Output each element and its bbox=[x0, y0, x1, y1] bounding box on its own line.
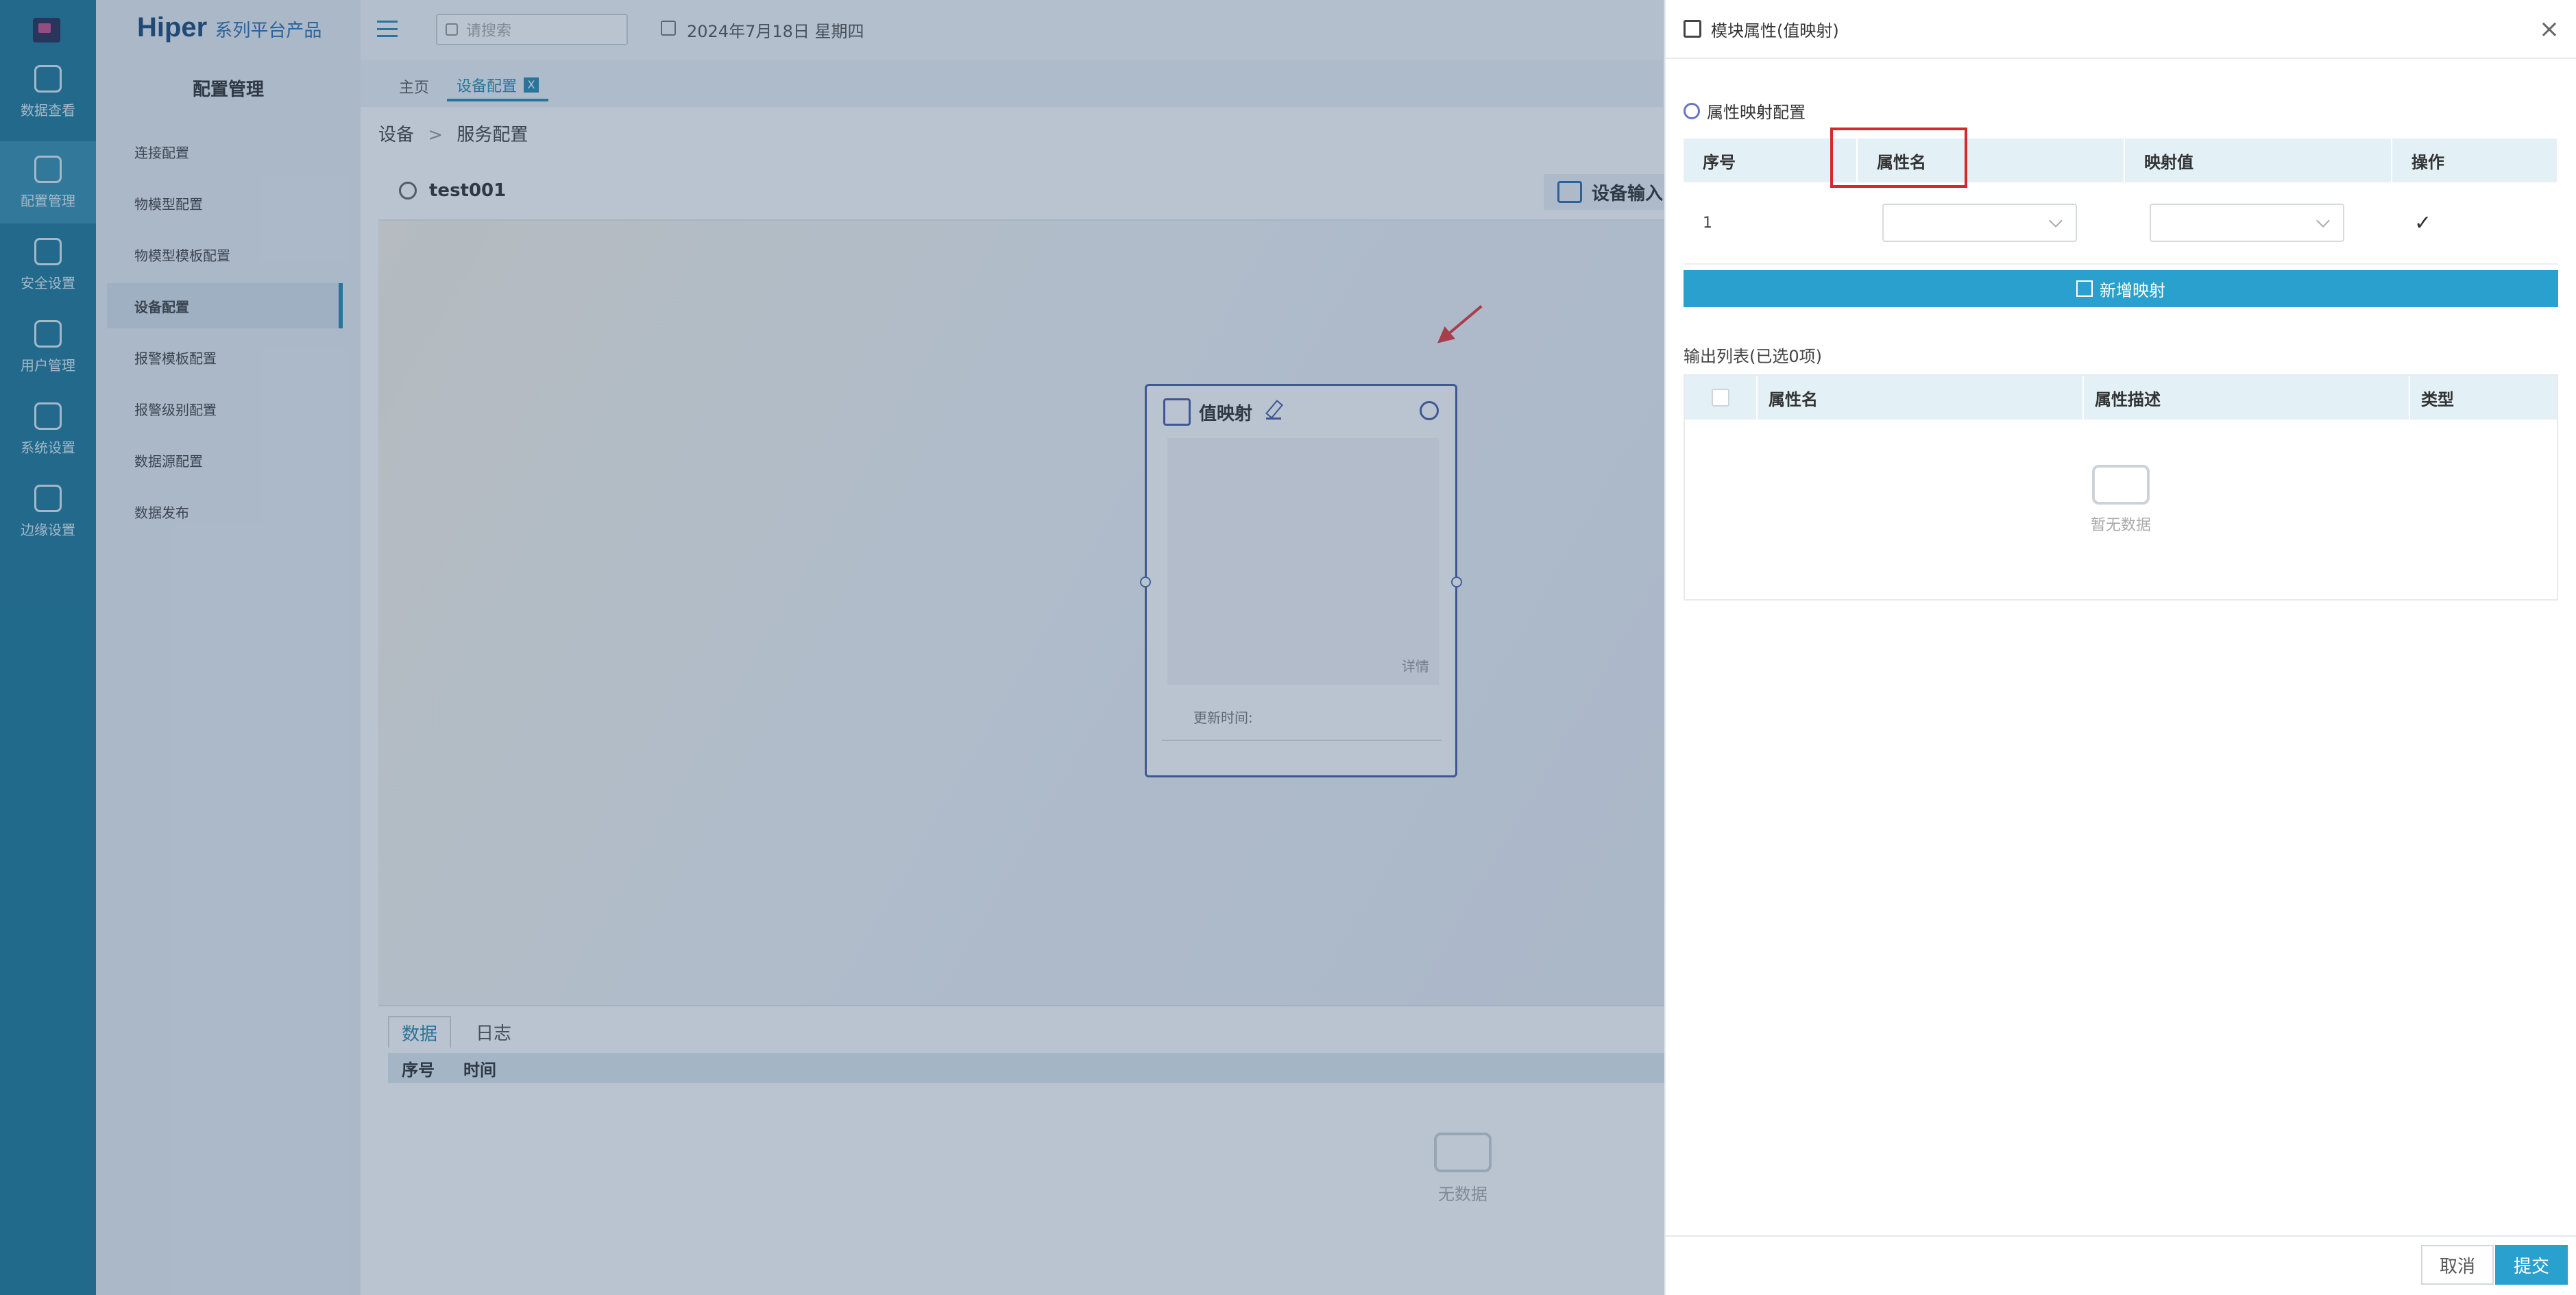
drawer-title: 模块属性(值映射) bbox=[1711, 21, 1839, 40]
drawer-header: 模块属性(值映射) bbox=[1666, 0, 2576, 59]
output-list-title: 输出列表(已选0项) bbox=[1684, 347, 1822, 366]
mapped-value-cell bbox=[2125, 182, 2392, 265]
select-all-cell bbox=[1685, 376, 1758, 420]
red-highlight-box bbox=[1830, 128, 1967, 188]
module-properties-drawer: 模块属性(值映射) × 属性映射配置 序号 属性名 映射值 操作 1 ✓ 新增映… bbox=[1664, 0, 2576, 1295]
attribute-name-cell bbox=[1858, 182, 2125, 265]
document-icon bbox=[1684, 20, 1701, 38]
mapping-section-title: 属性映射配置 bbox=[1684, 99, 1806, 123]
submit-button[interactable]: 提交 bbox=[2495, 1245, 2568, 1285]
add-mapping-label: 新增映射 bbox=[2100, 280, 2165, 300]
cancel-button[interactable]: 取消 bbox=[2421, 1245, 2494, 1285]
output-table: 属性名 属性描述 类型 暂无数据 bbox=[1684, 374, 2558, 601]
col-type: 类型 bbox=[2421, 389, 2454, 409]
table-row: 1 ✓ bbox=[1684, 182, 2558, 265]
col-attribute-desc: 属性描述 bbox=[2084, 376, 2410, 420]
output-table-header: 属性名 属性描述 类型 bbox=[1685, 376, 2557, 420]
empty-text: 暂无数据 bbox=[2090, 517, 2151, 534]
add-mapping-button[interactable]: 新增映射 bbox=[1684, 270, 2558, 307]
drawer-footer: 取消 提交 bbox=[1666, 1235, 2576, 1295]
confirm-check-icon[interactable]: ✓ bbox=[2414, 211, 2431, 235]
mapping-table: 序号 属性名 映射值 操作 1 ✓ bbox=[1684, 138, 2558, 265]
add-icon bbox=[2076, 280, 2093, 297]
section-title-text: 属性映射配置 bbox=[1707, 103, 1806, 122]
col-action: 操作 bbox=[2392, 138, 2558, 182]
output-empty-state: 暂无数据 bbox=[1685, 465, 2557, 535]
col-attribute-name: 属性名 bbox=[1758, 376, 2084, 420]
attribute-name-select[interactable] bbox=[1882, 204, 2077, 242]
row-index: 1 bbox=[1684, 182, 1858, 265]
col-mapped-value: 映射值 bbox=[2125, 138, 2392, 182]
gear-icon bbox=[1684, 102, 1700, 119]
mapped-value-select[interactable] bbox=[2150, 204, 2344, 242]
close-icon[interactable]: × bbox=[2539, 15, 2560, 43]
empty-inbox-icon bbox=[2092, 465, 2150, 505]
action-cell: ✓ bbox=[2392, 182, 2558, 265]
select-all-checkbox[interactable] bbox=[1712, 389, 1729, 407]
modal-overlay[interactable] bbox=[0, 0, 1664, 1295]
mapping-table-header: 序号 属性名 映射值 操作 bbox=[1684, 138, 2558, 182]
